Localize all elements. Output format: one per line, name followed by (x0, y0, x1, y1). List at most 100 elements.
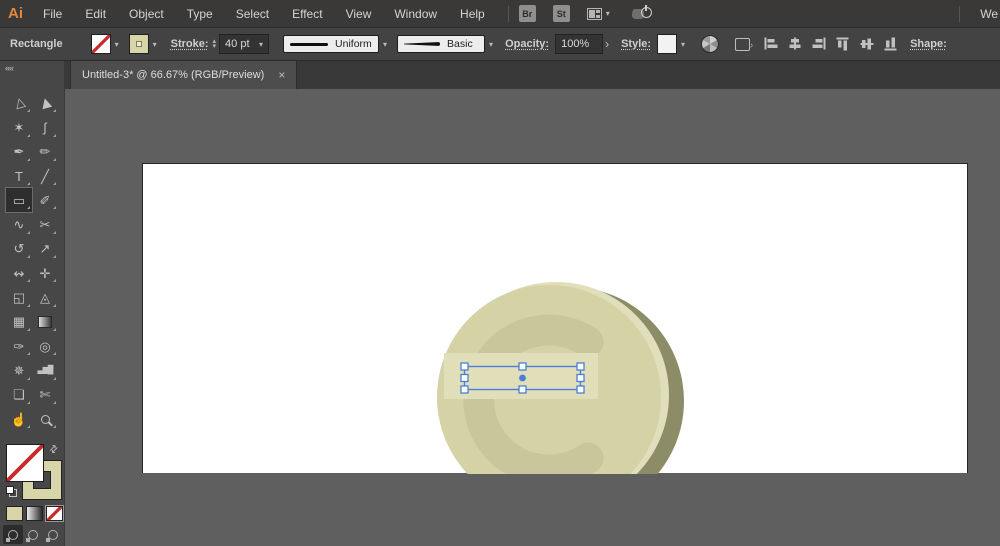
tab-close-icon[interactable]: × (278, 69, 285, 81)
shape-panel-link[interactable]: Shape: (910, 38, 947, 50)
stroke-chevron-icon[interactable]: ▾ (149, 40, 161, 49)
canvas-area: Untitled-3* @ 66.67% (RGB/Preview) × (65, 61, 1000, 546)
main-area: «« ▷ ▶ ✶ ʃ ✒ ✏ T ╱ ▭ ✐ ∿ ✂ ↺ ↗ ↭ ✛ ◱ ◬ ▦ ✑ ◎ ✵ ▃▆█ ❏ ✄ ☝ ⇄ (0, 61, 1000, 546)
fill-chevron-icon[interactable]: ▾ (111, 40, 123, 49)
variable-width-profile-select[interactable]: Uniform (283, 35, 380, 53)
gradient-tool[interactable] (32, 310, 58, 334)
slice-tool[interactable]: ✄ (32, 383, 58, 407)
style-chevron-icon[interactable]: ▾ (677, 40, 689, 49)
menu-object[interactable]: Object (129, 7, 164, 21)
menu-file[interactable]: File (43, 7, 62, 21)
none-button[interactable] (45, 505, 64, 522)
recolor-artwork-icon[interactable] (701, 35, 720, 53)
menu-edit[interactable]: Edit (85, 7, 106, 21)
arrange-documents-chevron-icon[interactable]: ▾ (606, 9, 610, 18)
menu-divider (507, 5, 509, 22)
type-tool[interactable]: T (6, 164, 32, 188)
align-right-icon[interactable] (812, 37, 826, 51)
viewport[interactable] (65, 89, 1000, 546)
artboard[interactable] (142, 163, 968, 474)
lasso-tool[interactable]: ʃ (32, 115, 58, 139)
selection-tool[interactable]: ▷ (6, 91, 32, 115)
selection-tool-icon: ▷ (10, 96, 28, 110)
magic-wand-tool[interactable]: ✶ (6, 115, 32, 139)
scale-tool[interactable]: ↗ (32, 237, 58, 261)
align-v-center-icon[interactable] (860, 37, 874, 51)
rotate-tool[interactable]: ↺ (6, 237, 32, 261)
width-tool[interactable]: ↭ (6, 261, 32, 285)
menu-window[interactable]: Window (394, 7, 437, 21)
default-fill-stroke-icon[interactable] (6, 486, 18, 498)
line-segment-tool[interactable]: ╱ (32, 164, 58, 188)
puppet-warp-tool[interactable]: ✛ (32, 261, 58, 285)
stroke-color-swatch[interactable] (128, 34, 149, 54)
artboard-tool[interactable]: ❏ (6, 383, 32, 407)
fill-color-swatch[interactable] (90, 34, 111, 54)
style-panel-link[interactable]: Style: (621, 38, 651, 50)
document-tab-bar: Untitled-3* @ 66.67% (RGB/Preview) × (65, 61, 1000, 89)
eyedropper-tool[interactable]: ✑ (6, 334, 32, 358)
line-segment-tool-icon: ╱ (41, 168, 49, 184)
paintbrush-tool[interactable]: ✐ (32, 188, 58, 212)
stock-button[interactable]: St (552, 5, 570, 22)
rectangle-tool[interactable]: ▭ (5, 187, 33, 214)
align-h-center-icon[interactable] (788, 37, 802, 51)
isolate-object-icon[interactable]: › (735, 37, 753, 51)
menu-effect[interactable]: Effect (292, 7, 322, 21)
draw-inside-button[interactable] (43, 525, 63, 544)
column-graph-tool-icon: ▃▆█ (37, 365, 54, 375)
swap-fill-stroke-icon[interactable]: ⇄ (47, 443, 61, 457)
stroke-weight-stepper[interactable]: ▴ ▾ (213, 38, 217, 50)
color-button[interactable] (6, 506, 23, 521)
stroke-weight-select[interactable]: 40 pt ▾ (219, 34, 270, 54)
gradient-button[interactable] (26, 506, 43, 521)
menu-help[interactable]: Help (460, 7, 485, 21)
magic-wand-tool-icon: ✶ (13, 119, 25, 135)
document-tab-title: Untitled-3* @ 66.67% (RGB/Preview) (82, 69, 265, 81)
align-bottom-icon[interactable] (884, 37, 898, 51)
zoom-tool[interactable] (32, 407, 58, 431)
scissors-tool[interactable]: ✂ (32, 212, 58, 236)
document-tab[interactable]: Untitled-3* @ 66.67% (RGB/Preview) × (70, 61, 298, 89)
selection-center-point[interactable] (519, 374, 526, 382)
draw-behind-button[interactable] (23, 525, 43, 544)
workspace-switcher[interactable]: We (980, 7, 1000, 21)
menu-type[interactable]: Type (187, 7, 213, 21)
symbol-sprayer-tool[interactable]: ✵ (6, 358, 32, 382)
shaper-tool[interactable]: ∿ (6, 212, 32, 236)
stepper-down-icon[interactable]: ▾ (213, 43, 217, 50)
direct-selection-tool-icon: ▶ (36, 96, 54, 110)
fill-color-indicator[interactable] (6, 444, 44, 482)
shape-builder-tool[interactable]: ◱ (6, 285, 32, 309)
stroke-panel-link[interactable]: Stroke: (171, 38, 209, 50)
pen-tool[interactable]: ✒ (6, 140, 32, 164)
fill-stroke-control: ⇄ (6, 443, 64, 502)
brush-definition-select[interactable]: Basic (397, 35, 486, 53)
blend-tool[interactable]: ◎ (32, 334, 58, 358)
arrange-documents-icon[interactable] (586, 7, 602, 20)
touch-workspace-icon[interactable] (630, 4, 652, 22)
align-left-icon[interactable] (764, 37, 778, 51)
opacity-field[interactable]: 100% (555, 34, 604, 54)
opacity-panel-link[interactable]: Opacity: (505, 38, 549, 50)
paintbrush-tool-icon: ✐ (39, 192, 51, 208)
variable-width-chevron-icon[interactable]: ▾ (379, 40, 391, 49)
panel-collapse-button[interactable]: «« (0, 61, 64, 77)
bridge-button[interactable]: Br (518, 5, 536, 22)
column-graph-tool[interactable]: ▃▆█ (32, 358, 58, 382)
mesh-tool[interactable]: ▦ (6, 310, 32, 334)
align-top-icon[interactable] (836, 37, 850, 51)
menu-view[interactable]: View (346, 7, 372, 21)
opacity-flyout-icon[interactable]: › (605, 37, 609, 51)
menu-select[interactable]: Select (236, 7, 269, 21)
direct-selection-tool[interactable]: ▶ (32, 91, 58, 115)
hand-tool[interactable]: ☝ (6, 407, 32, 431)
slice-tool-icon: ✄ (39, 387, 51, 403)
graphic-style-swatch[interactable] (657, 34, 678, 54)
curvature-tool[interactable]: ✏ (32, 140, 58, 164)
width-tool-icon: ↭ (13, 265, 25, 281)
draw-normal-button[interactable] (3, 525, 23, 544)
stroke-weight-chevron-icon[interactable]: ▾ (259, 40, 263, 49)
perspective-grid-tool[interactable]: ◬ (32, 285, 58, 309)
brush-chevron-icon[interactable]: ▾ (485, 40, 497, 49)
